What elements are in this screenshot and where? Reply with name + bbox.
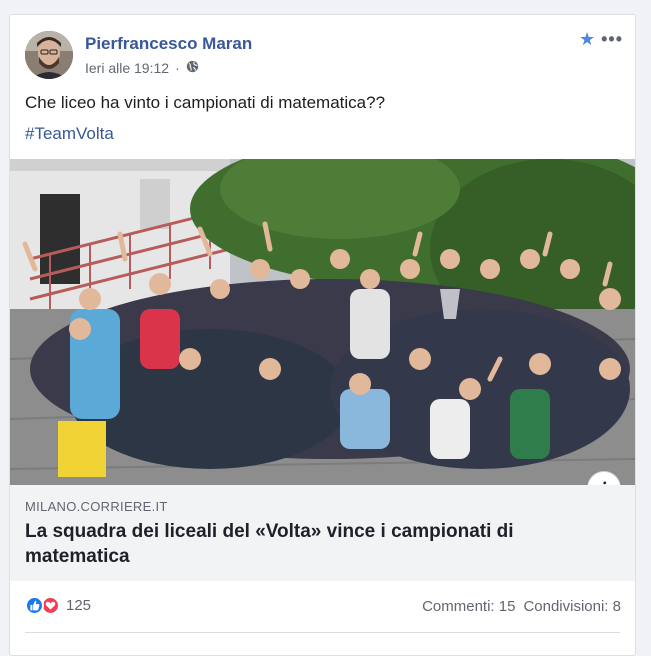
meta-separator: · (175, 60, 180, 76)
shares-count[interactable]: Condivisioni: 8 (523, 598, 621, 615)
star-icon[interactable]: ★ (579, 30, 595, 48)
comments-count[interactable]: Commenti: 15 (422, 598, 515, 615)
hashtag-link[interactable]: #TeamVolta (25, 124, 114, 144)
post-timestamp[interactable]: Ieri alle 19:12 (85, 60, 169, 76)
post-message: Che liceo ha vinto i campionati di matem… (25, 93, 386, 112)
post-stats: 125 Commenti: 15 Condivisioni: 8 (10, 581, 635, 633)
engagement-counts: Commenti: 15 Condivisioni: 8 (422, 598, 621, 615)
globe-icon[interactable] (186, 60, 199, 76)
link-title[interactable]: La squadra dei liceali del «Volta» vince… (25, 519, 585, 569)
more-options-icon[interactable]: ••• (601, 30, 623, 48)
post-top-actions: ★ ••• (579, 30, 623, 48)
post-card: Pierfrancesco Maran Ieri alle 19:12 · ★ … (9, 14, 636, 656)
link-preview-image[interactable] (10, 159, 635, 485)
author-name[interactable]: Pierfrancesco Maran (85, 34, 252, 54)
link-domain: MILANO.CORRIERE.IT (25, 499, 168, 514)
post-header: Pierfrancesco Maran Ieri alle 19:12 · ★ … (10, 15, 635, 85)
like-reaction-icon (25, 596, 44, 615)
reactions-count: 125 (66, 597, 92, 614)
author-avatar[interactable] (25, 31, 73, 79)
link-preview-meta[interactable]: MILANO.CORRIERE.IT La squadra dei liceal… (10, 485, 635, 581)
post-meta: Ieri alle 19:12 · (85, 60, 199, 76)
reactions-summary[interactable]: 125 (25, 596, 91, 615)
action-divider (25, 632, 620, 633)
